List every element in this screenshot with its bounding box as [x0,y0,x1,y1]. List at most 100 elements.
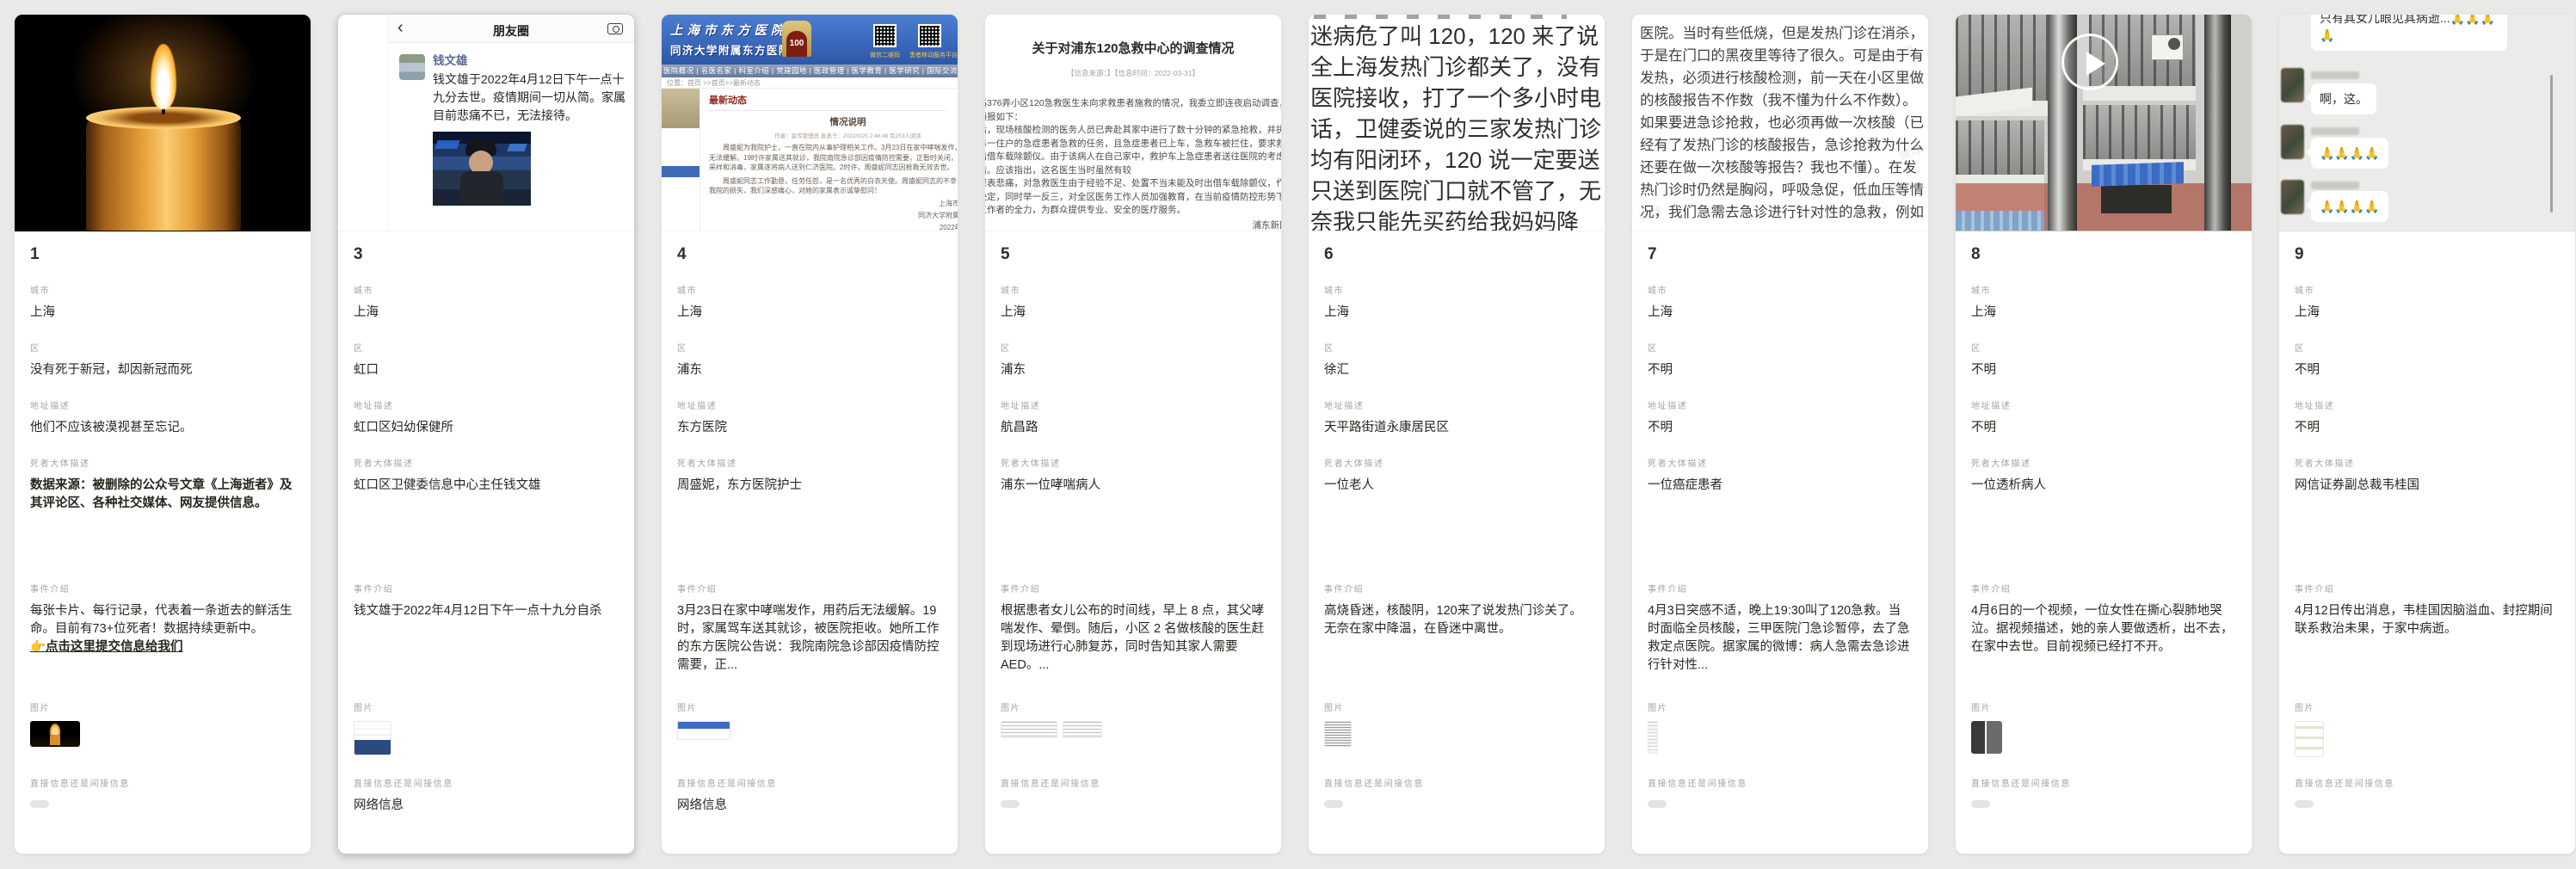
field-label-address: 地址描述 [2295,402,2560,412]
field-label-image: 图片 [30,704,295,714]
moments-author: 钱文雄 [433,54,627,68]
field-value-district: 浦东 [1001,361,1266,379]
field-label-event: 事件介绍 [1648,585,1913,595]
field-value-deceased: 虹口区卫健委信息中心主任钱文雄 [354,477,619,563]
field-label-address: 地址描述 [1648,402,1913,412]
event-text: 每张卡片、每行记录，代表着一条逝去的鲜活生命。目前有73+位死者！数据持续更新中… [30,604,293,636]
hospital-name: 上海市东方医院 [670,21,788,39]
record-card-8[interactable]: 8 城市 上海 区 不明 地址描述 不明 死者大体描述 一位透析病人 事件介绍 … [1955,14,2252,854]
cropped-text-fragment [1314,15,1567,19]
photo-scarf [460,171,503,206]
field-label-deceased: 死者大体描述 [1971,459,2236,470]
announcement-paragraph: 周盛妮同志工作勤恳，任劳任怨，是一名优秀的白衣天使。周盛妮同志的不幸去世，是我院… [709,176,958,196]
field-label-district: 区 [1971,344,2236,354]
field-value-district: 虹口 [354,361,619,379]
field-value-deceased: 浦东一位哮喘病人 [1001,477,1266,563]
announcement-signature: 上海市东方医院 [709,199,958,208]
attachment-thumbnail-candle[interactable] [30,721,80,747]
field-value-address: 不明 [2295,419,2560,437]
field-value-address: 东方医院 [677,419,942,437]
field-value-district: 浦东 [677,361,942,379]
empty-value-pill [30,800,49,808]
field-label-deceased: 死者大体描述 [2295,459,2560,470]
field-value-address: 不明 [1971,419,2236,437]
field-value-district: 不明 [1648,361,1913,379]
field-label-direct: 直接信息还是间接信息 [1648,780,1913,790]
field-value-deceased: 数据来源：被删除的公众号文章《上海逝者》及其评论区、各种社交媒体、网友提供信息。 [30,477,295,563]
section-title: 最新动态 [709,93,946,111]
hospital-nav: 医院概况 | 名医名家 | 科室介绍 | 党建园地 | 医政管理 | 医学教育 … [662,65,958,77]
card-cover-report-document: 关于对浦东120急救中心的调查情况 【信息来源：】【信息时间：2022-03-3… [985,15,1281,231]
record-card-3[interactable]: ‹ 朋友圈 钱文雄 钱文雄于2022年4月12日下午一点十九分去世。疫情期间一切… [337,14,635,854]
card-cover-group-chat: 只有其女儿眼见其病逝...🙏🙏🙏🙏 啊，这。 🙏🙏🙏🙏 🙏🙏🙏🙏 [2279,15,2575,231]
card-number: 3 [354,245,619,264]
field-label-city: 城市 [1001,287,1266,297]
field-label-district: 区 [2295,344,2560,354]
field-value-city: 上海 [1971,304,2236,322]
air-conditioner [2151,34,2184,60]
attachment-thumbnail-document[interactable] [1063,721,1102,738]
field-label-district: 区 [1324,344,1589,354]
badge-number: 100 [786,31,807,57]
field-label-direct: 直接信息还是间接信息 [1971,780,2236,790]
attachment-thumbnail-chat[interactable] [2295,721,2324,757]
attachment-thumbnail-webpage[interactable] [677,721,730,740]
field-value-event: 高烧昏迷，核酸阴，120来了说发热门诊关了。无奈在家中降温，在昏迷中离世。 [1324,602,1589,681]
play-icon [2061,34,2118,90]
attachment-thumbnail-strip[interactable] [1648,721,1658,754]
record-card-4[interactable]: 上海市东方医院 同济大学附属东方医院 100 微信二维码 患者移动服务平台 医院… [661,14,958,854]
attachment-thumbnail-document[interactable] [1001,721,1057,738]
moments-post: 钱文雄 钱文雄于2022年4月12日下午一点十九分去世。疫情期间一切从简。家属目… [388,43,634,206]
field-label-event: 事件介绍 [30,585,295,595]
chat-bubble: 🙏🙏🙏🙏 [2311,138,2388,169]
attachment-thumbnail-text[interactable] [1324,721,1352,747]
field-value-city: 上海 [1648,304,1913,322]
field-value-event: 根据患者女儿公布的时间线，早上 8 点，其父哮喘发作、晕倒。随后，小区 2 名做… [1001,602,1266,681]
chat-username-blurred [2311,127,2359,135]
metal-pole [2204,15,2231,231]
field-label-image: 图片 [1001,704,1266,714]
field-value-deceased: 一位透析病人 [1971,477,2236,563]
field-label-city: 城市 [2295,287,2560,297]
chat-bubble: 只有其女儿眼见其病逝...🙏🙏🙏🙏 [2311,15,2507,51]
card-cover-hospital-site: 上海市东方医院 同济大学附属东方医院 100 微信二维码 患者移动服务平台 医院… [662,15,958,231]
candle-body [86,116,241,231]
field-label-image: 图片 [354,704,619,714]
moments-title: 朋友圈 [388,22,634,40]
attachment-thumbnail-photo[interactable] [1971,721,2002,754]
hospital-banner: 上海市东方医院 同济大学附属东方医院 100 微信二维码 患者移动服务平台 [662,15,958,65]
avatar [2281,180,2304,214]
card-number: 7 [1648,245,1913,264]
empty-value-pill [1648,800,1667,808]
report-signature: 浦东新区卫健委 [985,219,1281,232]
field-label-district: 区 [354,344,619,354]
field-label-direct: 直接信息还是间接信息 [30,780,295,790]
record-card-7[interactable]: 医院。当时有些低烧，但是发热门诊在消杀，于是在门口的黑夜里等待了很久。可是由于有… [1631,14,1929,854]
field-value-city: 上海 [677,304,942,322]
field-value-event: 每张卡片、每行记录，代表着一条逝去的鲜活生命。目前有73+位死者！数据持续更新中… [30,602,295,681]
blue-awning [2092,162,2184,187]
record-card-9[interactable]: 只有其女儿眼见其病逝...🙏🙏🙏🙏 啊，这。 🙏🙏🙏🙏 🙏🙏🙏🙏 9 城市 上海… [2278,14,2576,854]
camera-icon [607,23,623,34]
submit-info-link[interactable]: 👉点击这里提交信息给我们 [30,640,183,654]
field-value-district: 不明 [2295,361,2560,379]
field-label-address: 地址描述 [1001,402,1266,412]
record-card-1[interactable]: 1 城市 上海 区 没有死于新冠，却因新冠而死 地址描述 他们不应该被漠视甚至忘… [14,14,311,854]
field-label-direct: 直接信息还是间接信息 [1324,780,1589,790]
screenshot-text: 迷病危了叫 120，120 来了说全上海发热门诊都关了，没有医院接收，打了一个多… [1310,21,1605,231]
record-card-6[interactable]: 迷病危了叫 120，120 来了说全上海发热门诊都关了，没有医院接收，打了一个多… [1308,14,1605,854]
field-value-direct: 网络信息 [354,797,619,815]
field-value-address: 他们不应该被漠视甚至忘记。 [30,419,295,437]
photo-light [507,144,527,151]
card-cover-candle-photo [15,15,311,231]
field-value-event: 3月23日在家中哮喘发作，用药后无法缓解。19时，家属驾车送其就诊，被医院拒收。… [677,602,942,681]
attachment-thumbnail-screenshot[interactable] [354,721,391,755]
breadcrumb: 位置：首页 >>首页>>最新动态 [662,77,958,89]
field-label-image: 图片 [2295,704,2560,714]
qr-code-icon [873,24,897,47]
chat-bubble: 啊，这。 [2311,83,2376,114]
record-card-5[interactable]: 关于对浦东120急救中心的调查情况 【信息来源：】【信息时间：2022-03-3… [984,14,1282,854]
field-value-deceased: 周盛妮，东方医院护士 [677,477,942,563]
field-label-city: 城市 [1324,287,1589,297]
empty-value-pill [2295,800,2314,808]
